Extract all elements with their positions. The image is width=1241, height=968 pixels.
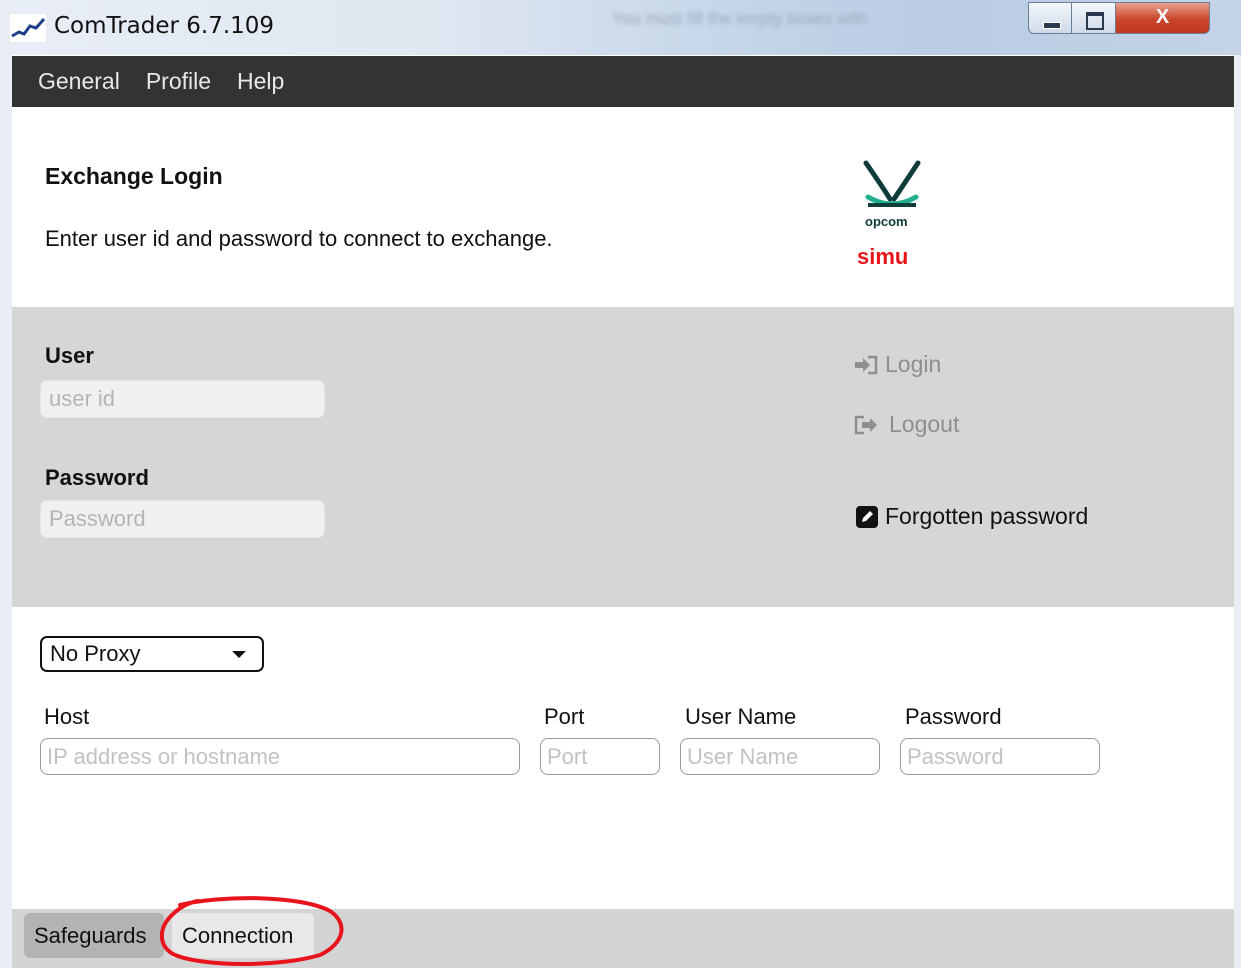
page-subtitle: Enter user id and password to connect to… <box>45 226 553 251</box>
environment-label: simu <box>857 244 909 269</box>
window-frame-right <box>1234 55 1241 968</box>
close-icon: X <box>1155 6 1170 28</box>
dropdown-arrow-icon <box>232 651 246 658</box>
proxy-username-label: User Name <box>685 704 797 729</box>
host-label: Host <box>44 704 90 729</box>
window-title: ComTrader 6.7.109 <box>54 13 275 39</box>
menu-general[interactable]: General <box>38 68 120 95</box>
page-title: Exchange Login <box>45 163 223 189</box>
window-frame-left <box>0 55 12 968</box>
proxy-type-value: No Proxy <box>50 641 141 666</box>
login-header: Exchange Login Enter user id and passwor… <box>12 107 1234 307</box>
tab-safeguards[interactable]: Safeguards <box>24 913 164 958</box>
user-id-input[interactable] <box>40 380 325 418</box>
proxy-password-input[interactable] <box>900 738 1100 775</box>
menu-profile[interactable]: Profile <box>146 68 211 95</box>
logout-button[interactable]: Logout <box>853 411 959 438</box>
proxy-username-input[interactable] <box>680 738 880 775</box>
window-controls: X <box>1028 2 1234 36</box>
menu-help[interactable]: Help <box>237 68 284 95</box>
user-label: User <box>45 343 94 368</box>
port-input[interactable] <box>540 738 660 775</box>
maximize-button[interactable] <box>1072 2 1116 34</box>
close-button[interactable]: X <box>1116 2 1210 34</box>
bottom-tab-bar: Safeguards Connection <box>12 909 1234 968</box>
window-title-bar[interactable]: ComTrader 6.7.109 You must fill the empt… <box>0 0 1241 55</box>
login-panel: User Password Login Logout Forgotten pas… <box>12 307 1234 607</box>
proxy-password-label: Password <box>905 704 1002 729</box>
minimize-button[interactable] <box>1028 2 1072 34</box>
port-label: Port <box>544 704 585 729</box>
login-label: Login <box>885 351 942 377</box>
password-label: Password <box>45 465 149 490</box>
sign-out-icon <box>854 415 877 434</box>
logo-text: opcom <box>865 214 908 229</box>
tab-connection[interactable]: Connection <box>172 913 314 958</box>
menu-bar: General Profile Help <box>12 56 1234 107</box>
app-chart-icon <box>10 14 46 42</box>
password-input[interactable] <box>40 500 325 538</box>
sign-in-icon <box>855 355 878 374</box>
forgotten-password-label: Forgotten password <box>885 503 1089 529</box>
logout-label: Logout <box>889 411 960 437</box>
background-window-text: You must fill the empty boxes with <box>612 9 868 28</box>
host-input[interactable] <box>40 738 520 775</box>
login-button[interactable]: Login <box>853 351 941 378</box>
proxy-settings: No Proxy Host Port User Name Password <box>12 607 1234 909</box>
proxy-type-select[interactable]: No Proxy <box>40 636 264 672</box>
forgotten-password-link[interactable]: Forgotten password <box>855 503 1088 530</box>
edit-icon <box>856 505 878 528</box>
